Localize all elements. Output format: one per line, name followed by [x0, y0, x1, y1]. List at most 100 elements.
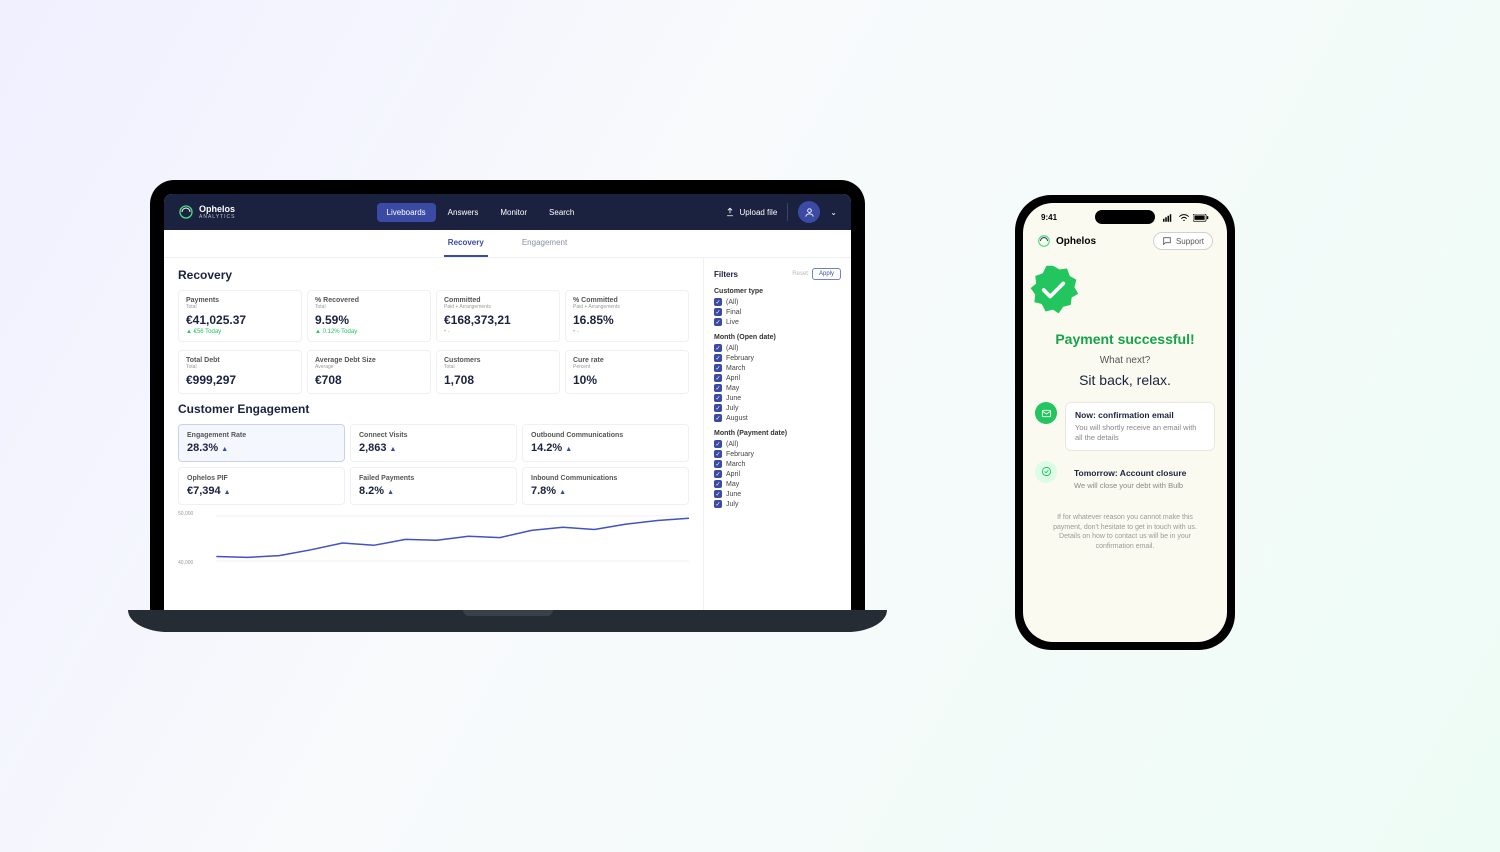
- kpi-value: 10%: [573, 373, 681, 387]
- filter-label: (All): [726, 441, 738, 448]
- engagement-card[interactable]: Connect Visits 2,863▲: [350, 424, 517, 462]
- filter-group-title: Month (Payment date): [714, 430, 841, 437]
- filter-checkbox[interactable]: ✓Live: [714, 318, 841, 326]
- chart-ylabel-0: 50,000: [178, 511, 193, 517]
- filter-group: Month (Payment date)✓(All)✓February✓Marc…: [714, 430, 841, 508]
- chevron-down-icon[interactable]: ⌄: [830, 208, 837, 217]
- kpi-dots: • -: [573, 329, 681, 335]
- kpi-card[interactable]: % Recovered Total 9.59% ▲ 0.12% Today: [307, 290, 431, 342]
- filter-label: July: [726, 501, 738, 508]
- filter-checkbox[interactable]: ✓March: [714, 364, 841, 372]
- filter-checkbox[interactable]: ✓August: [714, 414, 841, 422]
- checkbox-icon: ✓: [714, 470, 722, 478]
- kpi-sublabel: Percent: [573, 364, 681, 370]
- filter-checkbox[interactable]: ✓ April: [714, 470, 841, 478]
- email-icon: [1035, 402, 1057, 424]
- filter-group-title: Customer type: [714, 288, 841, 295]
- kpi-sublabel: Total: [186, 304, 294, 310]
- tab-engagement[interactable]: Engagement: [518, 230, 571, 257]
- filter-label: Final: [726, 309, 741, 316]
- kpi-card[interactable]: Payments Total €41,025.37 ▲ €56 Today: [178, 290, 302, 342]
- nav-search[interactable]: Search: [539, 203, 584, 222]
- success-badge-icon: [1023, 262, 1083, 318]
- checkbox-icon: ✓: [714, 384, 722, 392]
- filter-checkbox[interactable]: ✓March: [714, 460, 841, 468]
- ophelos-logo-icon: [1037, 234, 1051, 248]
- engagement-card[interactable]: Failed Payments 8.2%▲: [350, 467, 517, 505]
- kpi-value: 16.85%: [573, 313, 681, 327]
- checkbox-icon: ✓: [714, 344, 722, 352]
- filter-checkbox[interactable]: ✓ Final: [714, 308, 841, 316]
- filter-label: March: [726, 461, 745, 468]
- filters-panel: Filters Reset Apply Customer type✓(All)✓…: [703, 258, 851, 610]
- filter-checkbox[interactable]: ✓July: [714, 404, 841, 412]
- timeline-item-now: Now: confirmation email You will shortly…: [1035, 402, 1215, 451]
- filter-label: June: [726, 395, 741, 402]
- filter-checkbox[interactable]: ✓April: [714, 374, 841, 382]
- ophelos-logo-icon: [178, 204, 194, 220]
- engagement-card[interactable]: Ophelos PIF €7,394▲: [178, 467, 345, 505]
- kpi-sublabel: Total: [444, 364, 552, 370]
- filter-checkbox[interactable]: ✓June: [714, 490, 841, 498]
- upload-file-button[interactable]: Upload file: [725, 207, 777, 217]
- check-circle-icon: [1035, 461, 1057, 483]
- filter-group: Customer type ✓(All) ✓ Final ✓Live: [714, 288, 841, 326]
- filter-checkbox[interactable]: ✓ February: [714, 354, 841, 362]
- kpi-sublabel: Total: [315, 304, 423, 310]
- phone-brand-name: Ophelos: [1056, 236, 1096, 247]
- tab-recovery[interactable]: Recovery: [444, 230, 488, 257]
- kpi-card[interactable]: % Committed Paid + Arrangements 16.85% •…: [565, 290, 689, 342]
- kpi-card[interactable]: Committed Paid + Arrangements €168,373,2…: [436, 290, 560, 342]
- reset-button[interactable]: Reset: [792, 271, 808, 277]
- user-icon: [804, 207, 815, 218]
- engagement-card[interactable]: Outbound Communications 14.2%▲: [522, 424, 689, 462]
- section-title-recovery: Recovery: [178, 268, 689, 282]
- section-title-engagement: Customer Engagement: [178, 402, 689, 416]
- filter-checkbox[interactable]: ✓July: [714, 500, 841, 508]
- brand-name: Ophelos: [199, 205, 235, 214]
- kpi-card[interactable]: Average Debt Size Average €708: [307, 350, 431, 394]
- signal-icon: [1163, 214, 1175, 222]
- nav-monitor[interactable]: Monitor: [490, 203, 537, 222]
- filter-label: February: [726, 355, 754, 362]
- filter-checkbox[interactable]: ✓May: [714, 480, 841, 488]
- laptop-base: [128, 610, 887, 632]
- kpi-label: Customers: [444, 357, 552, 364]
- apply-button[interactable]: Apply: [812, 268, 841, 280]
- kpi-label: Committed: [444, 297, 552, 304]
- what-next-label: What next?: [1023, 355, 1227, 366]
- kpi-value: 9.59%: [315, 313, 423, 327]
- checkbox-icon: ✓: [714, 414, 722, 422]
- tomorrow-title: Tomorrow: Account closure: [1074, 468, 1206, 478]
- phone-island: [1095, 210, 1155, 224]
- phone-footer-note: If for whatever reason you cannot make t…: [1023, 507, 1227, 551]
- filter-checkbox[interactable]: ✓June: [714, 394, 841, 402]
- filter-checkbox[interactable]: ✓May: [714, 384, 841, 392]
- checkbox-icon: ✓: [714, 308, 722, 316]
- filter-group-title: Month (Open date): [714, 334, 841, 341]
- filter-label: (All): [726, 299, 738, 306]
- brand-sub: ANALYTICS: [199, 214, 235, 220]
- nav-liveboards[interactable]: Liveboards: [377, 203, 436, 222]
- kpi-value: 1,708: [444, 373, 552, 387]
- engagement-card[interactable]: Inbound Communications 7.8%▲: [522, 467, 689, 505]
- filter-checkbox[interactable]: ✓February: [714, 450, 841, 458]
- support-button[interactable]: Support: [1153, 232, 1213, 250]
- user-avatar-button[interactable]: [798, 201, 820, 223]
- kpi-card[interactable]: Total Debt Total €999,297: [178, 350, 302, 394]
- filter-checkbox[interactable]: ✓(All): [714, 344, 841, 352]
- timeline-item-tomorrow: Tomorrow: Account closure We will close …: [1035, 461, 1215, 498]
- checkbox-icon: ✓: [714, 354, 722, 362]
- filter-checkbox[interactable]: ✓(All): [714, 298, 841, 306]
- kpi-sublabel: Paid + Arrangements: [444, 304, 552, 310]
- filter-checkbox[interactable]: ✓(All): [714, 440, 841, 448]
- filter-label: April: [726, 471, 740, 478]
- laptop-screen: Ophelos ANALYTICS Liveboards Answers Mon…: [150, 180, 865, 610]
- ce-value: 28.3%▲: [187, 442, 336, 454]
- kpi-label: Total Debt: [186, 357, 294, 364]
- ce-label: Ophelos PIF: [187, 475, 336, 482]
- engagement-card[interactable]: Engagement Rate 28.3%▲: [178, 424, 345, 462]
- kpi-card[interactable]: Customers Total 1,708: [436, 350, 560, 394]
- nav-answers[interactable]: Answers: [438, 203, 489, 222]
- kpi-card[interactable]: Cure rate Percent 10%: [565, 350, 689, 394]
